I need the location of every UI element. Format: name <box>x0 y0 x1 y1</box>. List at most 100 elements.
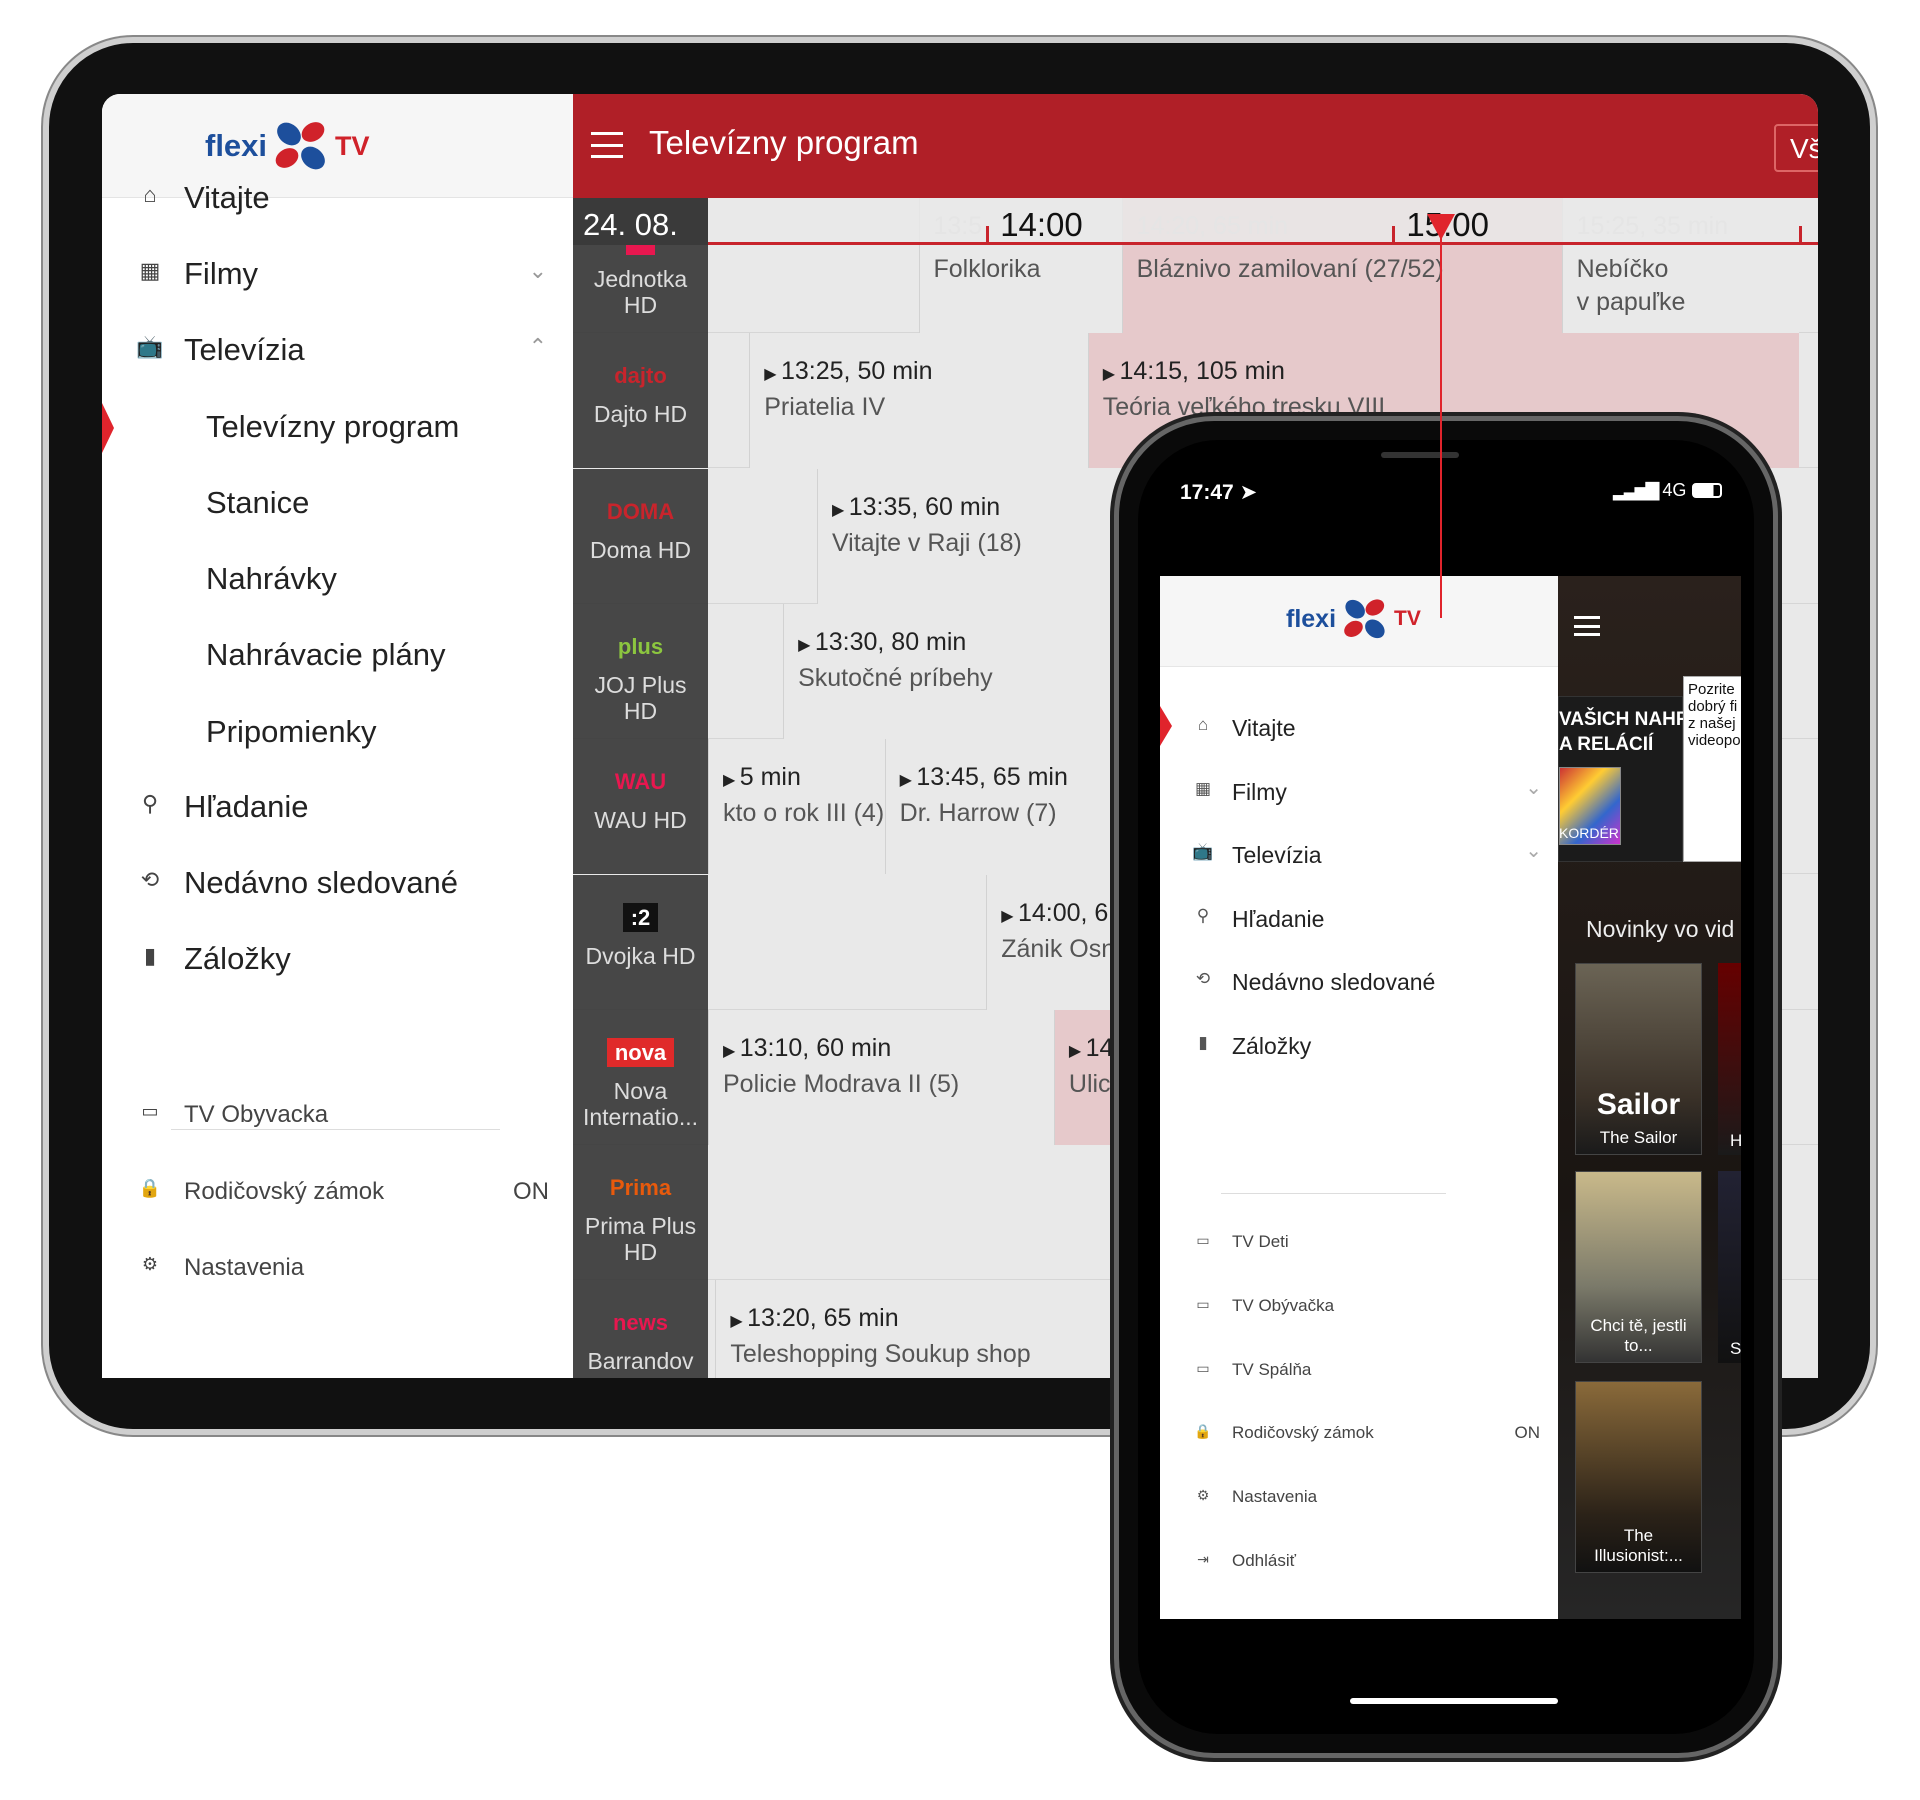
sidebar-item-nahrávacie-plány[interactable]: Nahrávacie plány <box>102 631 573 681</box>
home-indicator[interactable] <box>1350 1698 1558 1704</box>
sidebar-item-televízny-program[interactable]: Televízny program <box>102 403 573 453</box>
menu-item-label: Hľadanie <box>1232 905 1325 932</box>
tv-icon: 📺 <box>136 334 164 359</box>
sidebar-item-cast[interactable]: ▭ TV Obyvacka <box>102 1095 573 1135</box>
menu-item-odhlásiť[interactable]: ⇥ Odhlásiť <box>1160 1549 1558 1583</box>
phone-side-menu: flexi TV ⌂ Vitajte ▦ Filmy ⌄ 📺 Televízia ⌄ ⚲ Hľad… <box>1160 576 1558 1619</box>
sidebar-item-lock[interactable]: 🔒 Rodičovský zámok ON <box>102 1172 573 1212</box>
logo-text: flexi <box>205 128 268 163</box>
home-icon: ⌂ <box>1197 715 1209 734</box>
time-label: 14:00 <box>1000 206 1083 243</box>
sidebar-item-pripomienky[interactable]: Pripomienky <box>102 708 573 758</box>
home-icon: ⌂ <box>143 182 157 207</box>
timeline-header: 14:00 15:00 <box>708 198 1818 245</box>
sidebar-item-label: Nedávno sledované <box>184 865 459 900</box>
sidebar-item-filmy[interactable]: ▦ Filmy ⌄ <box>102 250 573 300</box>
menu-item-televízia[interactable]: 📺 Televízia ⌄ <box>1160 838 1558 878</box>
toggle-value[interactable]: ON <box>1515 1423 1541 1443</box>
time-text: 14 <box>1085 1033 1114 1062</box>
play-icon: ▶ <box>764 366 781 384</box>
menu-item-label: Rodičovský zámok <box>1232 1423 1374 1443</box>
sidebar-item-nahrávky[interactable]: Nahrávky <box>102 555 573 605</box>
date-label[interactable]: 24. 08. <box>573 198 708 245</box>
hamburger-menu-icon[interactable] <box>591 132 623 158</box>
logo-mark-icon <box>275 122 325 170</box>
channel-dvojka-hd[interactable]: :2 Dvojka HD <box>573 874 708 1010</box>
program-cell[interactable]: ▶ 5 min kto o rok III (4) <box>708 739 885 875</box>
channel-name: Dajto HD <box>593 401 688 428</box>
logo-text: Prima <box>609 1175 672 1201</box>
program-cell[interactable]: ▶ 13:25, 50 min Priatelia IV <box>749 333 1088 469</box>
program-title: Nebíčko v papuľke <box>1576 255 1686 316</box>
channel-logo: Prima <box>573 1175 708 1205</box>
channel-dajto-hd[interactable]: dajto Dajto HD <box>573 333 708 469</box>
menu-item-tv-deti[interactable]: ▭ TV Deti <box>1160 1230 1558 1264</box>
menu-item-nedávno-sledované[interactable]: ⟲ Nedávno sledované <box>1160 965 1558 1005</box>
sidebar-item-hľadanie[interactable]: ⚲ Hľadanie <box>102 783 573 833</box>
channel-name: Dvojka HD <box>585 942 696 969</box>
poster-partial[interactable]: S <box>1718 1171 1741 1363</box>
menu-item-vitajte[interactable]: ⌂ Vitajte <box>1160 711 1558 751</box>
channel-barrandov[interactable]: news Barrandov <box>573 1280 708 1378</box>
channel-nova-internatio-[interactable]: nova Nova Internatio... <box>573 1009 708 1145</box>
chevron-up-icon[interactable]: ⌃ <box>529 334 547 360</box>
program-cell[interactable]: ▶ 13:10, 60 min Policie Modrava II (5) <box>708 1009 1054 1145</box>
active-indicator <box>102 403 114 453</box>
channel-wau-hd[interactable]: WAU WAU HD <box>573 739 708 875</box>
menu-item-rodičovský-zámok[interactable]: 🔒 Rodičovský zámok ON <box>1160 1421 1558 1455</box>
menu-item-hľadanie[interactable]: ⚲ Hľadanie <box>1160 902 1558 942</box>
movie-poster[interactable]: The Illusionist:... <box>1575 1381 1702 1573</box>
home-content: VAŠICH NAHR A RELÁCIÍ KORDÉR Pozrite dobr… <box>1558 576 1741 1619</box>
program-title: Teleshopping Soukup shop <box>730 1340 1031 1369</box>
logo-text: WAU <box>614 769 667 795</box>
menu-item-nastavenia[interactable]: ⚙ Nastavenia <box>1160 1485 1558 1519</box>
sidebar-item-gear[interactable]: ⚙ Nastavenia <box>102 1248 573 1288</box>
hamburger-menu-icon[interactable] <box>1574 616 1600 636</box>
menu-item-label: TV Obývačka <box>1232 1295 1335 1315</box>
search-icon: ⚲ <box>141 791 159 816</box>
recorder-banner[interactable]: VAŠICH NAHR A RELÁCIÍ KORDÉR <box>1558 696 1690 862</box>
program-cell[interactable]: ▶ 13:20, 65 min Teleshopping Soukup shop <box>715 1280 1156 1378</box>
channel-joj-plus-hd[interactable]: plus JOJ Plus HD <box>573 603 708 739</box>
menu-item-tv-obývačka[interactable]: ▭ TV Obývačka <box>1160 1294 1558 1328</box>
sidebar-item-nedávno-sledované[interactable]: ⟲ Nedávno sledované <box>102 859 573 909</box>
logo-text: flexi <box>1286 604 1337 633</box>
time-tick <box>1392 226 1396 242</box>
banner-line: VAŠICH NAHR <box>1559 709 1690 730</box>
poster-partial[interactable]: H <box>1718 963 1741 1155</box>
cast-icon: ▭ <box>141 1101 159 1121</box>
sidebar-item-label: Filmy <box>184 256 259 291</box>
history-icon: ⟲ <box>1195 969 1211 988</box>
history-icon: ⟲ <box>140 867 160 892</box>
chevron-down-icon[interactable]: ⌄ <box>1525 838 1542 863</box>
channel-prima-plus-hd[interactable]: Prima Prima Plus HD <box>573 1145 708 1281</box>
play-icon: ▶ <box>1068 1042 1086 1060</box>
logo-text: nova <box>606 1037 675 1067</box>
menu-item-záložky[interactable]: ▮ Záložky <box>1160 1029 1558 1069</box>
toggle-value[interactable]: ON <box>513 1178 549 1206</box>
channel-logo: nova <box>573 1037 708 1070</box>
play-icon: ▶ <box>723 1042 740 1060</box>
sidebar-item-televízia[interactable]: 📺 Televízia ⌃ <box>102 326 573 376</box>
menu-item-filmy[interactable]: ▦ Filmy ⌄ <box>1160 775 1558 815</box>
menu-item-tv-spálňa[interactable]: ▭ TV Spálňa <box>1160 1358 1558 1392</box>
current-time-line <box>1426 214 1455 618</box>
bookmark-icon: ▮ <box>1198 1032 1208 1052</box>
logo-text: plus <box>617 633 664 659</box>
channel-logo: WAU <box>573 769 708 799</box>
chevron-down-icon[interactable]: ⌄ <box>1525 775 1542 800</box>
sidebar-item-stanice[interactable]: Stanice <box>102 479 573 529</box>
movie-poster[interactable]: Sailor The Sailor <box>1575 963 1702 1155</box>
movie-poster[interactable]: Chci tě, jestli to... <box>1575 1171 1702 1363</box>
phone-device: 17:47 ➤ ▂▃▅▇ 4G flexi TV ⌂ Vitajte ▦ Filmy ⌄… <box>1114 416 1778 1758</box>
sidebar-item-vitajte[interactable]: ⌂ Vitajte <box>102 174 573 224</box>
sidebar-item-záložky[interactable]: ▮ Záložky <box>102 935 573 985</box>
play-icon: ▶ <box>723 772 740 790</box>
lock-icon: 🔒 <box>138 1178 162 1198</box>
filter-button[interactable]: Vš <box>1774 124 1818 172</box>
banner-tag: KORDÉR <box>1559 825 1619 841</box>
channel-doma-hd[interactable]: DOMA Doma HD <box>573 468 708 604</box>
chevron-down-icon[interactable]: ⌄ <box>529 258 547 284</box>
promo-banner[interactable]: Pozrite dobrý fi z našej videopo <box>1683 676 1741 862</box>
play-icon: ▶ <box>1102 366 1120 384</box>
